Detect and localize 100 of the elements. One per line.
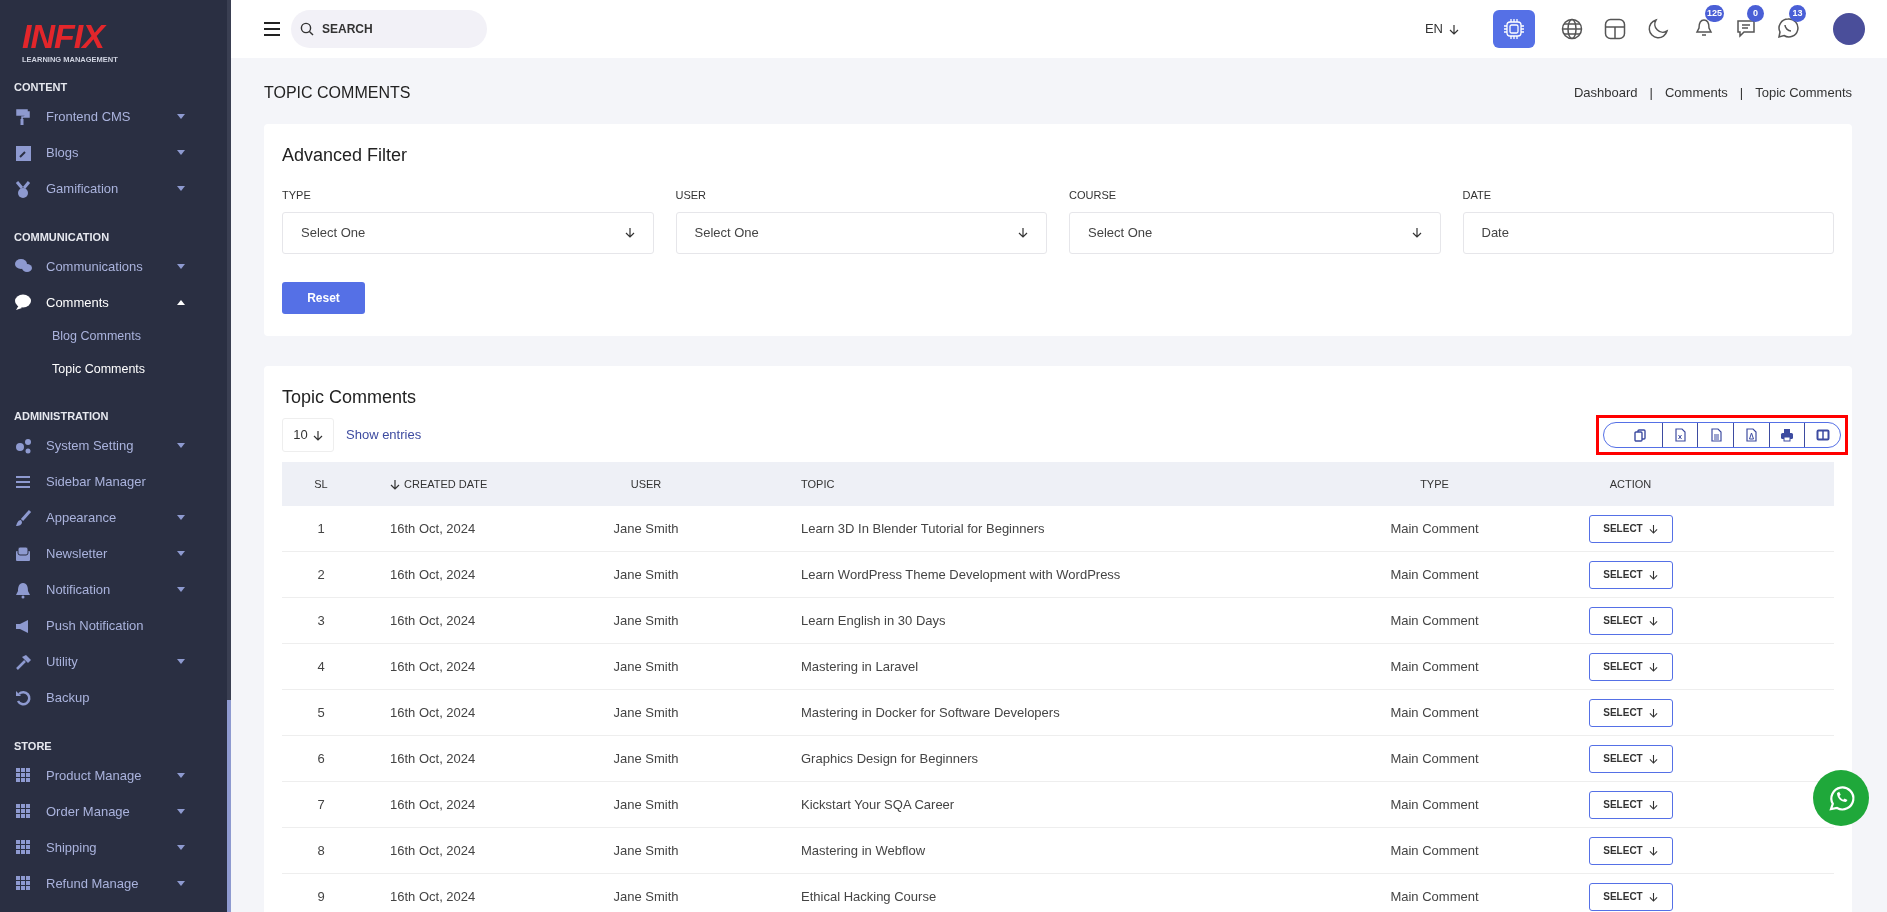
sidebar-item[interactable]: Communications [0,248,231,285]
table-cell-text: 16th Oct, 2024 [389,611,477,630]
table-cell-text: Main Comment [1389,887,1480,906]
arrow-down-icon [1648,569,1658,580]
medal-icon [14,179,32,198]
sidebar-item[interactable]: Sidebar Manager [0,463,231,500]
avatar[interactable] [1833,13,1865,45]
table-cell-text: 1 [316,519,326,538]
arrow-down-icon [1018,227,1028,238]
table-cell-text: 16th Oct, 2024 [389,519,477,538]
reset-button[interactable]: Reset [282,281,365,314]
sidebar-item[interactable]: Order Manage [0,793,231,830]
table-cell-text: 3 [316,611,326,630]
page-size-select[interactable]: 10 [282,418,334,452]
table-cell-text: Jane Smith [612,795,680,814]
column-header[interactable]: TOPIC [731,475,1342,493]
language-select[interactable]: EN [1424,19,1459,39]
edit-icon [14,143,32,162]
arrow-down-icon [1648,523,1658,534]
select-field[interactable]: Select One [1069,211,1441,254]
sidebar-item[interactable]: Refund Manage [0,865,231,902]
bell-icon[interactable] [1693,17,1715,39]
logo-brand: INFIX [22,18,231,54]
column-header[interactable]: TYPE [1342,475,1527,493]
sidebar-item[interactable]: System Setting [0,427,231,464]
table-cell-text: Mastering in Laravel [800,657,920,676]
breadcrumb-link[interactable]: Topic Comments [1755,83,1852,103]
message-icon[interactable] [1735,17,1757,39]
arrow-down-icon [1648,661,1658,672]
column-header[interactable]: CREATED DATE [360,475,561,493]
phone-chat-icon[interactable] [1777,17,1799,39]
select-field[interactable]: Select One [282,211,654,254]
sidebar-item[interactable]: Push Notification [0,607,231,644]
print-icon [1780,428,1794,442]
sidebar-item[interactable]: Gamification [0,170,231,207]
table-cell-text: Main Comment [1389,519,1480,538]
select-action-button[interactable]: SELECT [1588,606,1673,635]
sidebar-item[interactable]: Notification [0,571,231,608]
breadcrumb-link[interactable]: Comments [1664,83,1728,103]
grid-icon [14,766,32,785]
select-action-button[interactable]: SELECT [1588,652,1673,681]
sidebar-item[interactable]: Newsletter [0,535,231,572]
select-action-button[interactable]: SELECT [1588,698,1673,727]
chat-bubble-icon [14,293,32,312]
breadcrumb-separator: | [1649,84,1653,103]
sidebar-item[interactable]: Appearance [0,499,231,536]
moon-icon[interactable] [1647,18,1669,40]
card-title: Advanced Filter [282,144,409,167]
arrow-down-icon [312,429,323,441]
table-cell-text: Learn English in 30 Days [800,611,947,630]
select-field[interactable]: Select One [675,211,1047,254]
table-cell-text: Mastering in Docker for Software Developers [800,703,1061,722]
select-action-button[interactable]: SELECT [1588,882,1673,911]
arrow-down-icon [624,227,635,238]
arrow-down-icon [1648,753,1658,764]
table-cell-text: Main Comment [1389,841,1480,860]
select-action-button[interactable]: SELECT [1588,836,1673,865]
table-cell-text: Main Comment [1389,657,1480,676]
sidebar-item[interactable]: Backup [0,679,231,716]
table-cell-text: Learn 3D In Blender Tutorial for Beginners [800,519,1046,538]
grid-icon [14,874,32,893]
field-label: COURSE [1069,188,1118,203]
hammer-icon [14,652,32,671]
select-action-button[interactable]: SELECT [1588,744,1673,773]
bell-icon [14,580,32,599]
date-field[interactable]: Date [1462,211,1834,254]
table-cell-text: Jane Smith [612,703,680,722]
submenu-item[interactable]: Topic Comments [0,353,231,387]
arrow-down-icon [1648,891,1658,902]
select-action-button[interactable]: SELECT [1588,560,1673,589]
select-action-button[interactable]: SELECT [1588,514,1673,543]
table-cell-text: 7 [316,795,326,814]
document-icon [1708,428,1723,442]
breadcrumb-link[interactable]: Dashboard [1573,83,1638,103]
paint-roller-icon [14,107,32,126]
layout-icon[interactable] [1604,18,1626,40]
menu-icon[interactable] [263,22,281,36]
sidebar-item[interactable]: Blogs [0,134,231,171]
table-cell-text: Ethical Hacking Course [800,887,938,906]
excel-file-icon [1672,428,1687,442]
grid-icon [14,802,32,821]
page-title: TOPIC COMMENTS [264,83,411,103]
globe-icon[interactable] [1561,18,1583,40]
submenu-item[interactable]: Blog Comments [0,320,231,354]
table-cell-text: Main Comment [1389,703,1480,722]
select-action-button[interactable]: SELECT [1588,790,1673,819]
sidebar-item[interactable]: Comments [0,284,231,321]
sidebar-item[interactable]: Product Manage [0,757,231,794]
search-field[interactable]: SEARCH [291,10,487,48]
table-cell-text: Main Comment [1389,565,1480,584]
sidebar-item[interactable]: Utility [0,643,231,680]
sidebar-item[interactable]: Frontend CMS [0,98,231,135]
card-title: Topic Comments [282,386,418,409]
chip-icon [1502,17,1526,41]
brush-icon [14,508,32,527]
ai-chip-button[interactable] [1493,10,1535,48]
sidebar-item[interactable]: Shipping [0,829,231,866]
column-header[interactable]: SL [282,475,360,493]
column-header[interactable]: ACTION [1527,475,1734,493]
column-header[interactable]: USER [561,475,731,493]
